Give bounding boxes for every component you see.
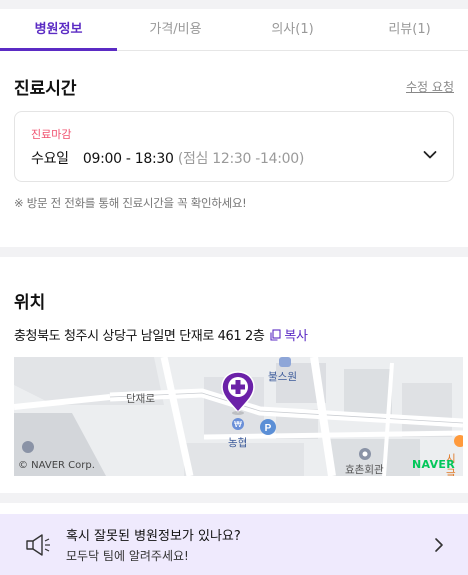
hours-notice: ※ 방문 전 전화를 통해 진료시간을 꼭 확인하세요! bbox=[14, 196, 247, 210]
location-map[interactable]: P ₩ 단재로 불스원 농협 효촌회관 시글 © NAVER Corp. NAV… bbox=[14, 357, 463, 476]
tab-reviews[interactable]: 리뷰(1) bbox=[351, 9, 468, 50]
lunch-time: (점심 12:30 -14:00) bbox=[177, 151, 305, 167]
chevron-down-icon bbox=[423, 151, 437, 159]
edit-request-link[interactable]: 수정 요청 bbox=[406, 78, 454, 95]
banner-title: 혹시 잘못된 병원정보가 있나요? bbox=[66, 529, 241, 544]
map-label-road: 단재로 bbox=[126, 393, 155, 405]
copy-label: 복사 bbox=[284, 329, 308, 344]
section-divider bbox=[0, 247, 468, 257]
top-spacer bbox=[0, 0, 468, 9]
megaphone-icon bbox=[26, 533, 50, 556]
tab-price[interactable]: 가격/비용 bbox=[117, 9, 234, 50]
hours-header: 진료시간 수정 요청 bbox=[14, 61, 454, 111]
copy-address-button[interactable]: 복사 bbox=[270, 325, 308, 344]
tab-doctors[interactable]: 의사(1) bbox=[234, 9, 351, 50]
map-copyright: © NAVER Corp. bbox=[18, 460, 95, 471]
naver-logo: NAVER bbox=[412, 458, 455, 471]
time-range: 09:00 - 18:30 bbox=[82, 151, 174, 167]
address-text: 충청북도 청주시 상당구 남일면 단재로 461 2층 bbox=[14, 329, 265, 344]
banner-subtitle: 모두닥 팀에 알려주세요! bbox=[66, 549, 189, 563]
status-badge: 진료마감 bbox=[31, 128, 72, 141]
copy-icon bbox=[270, 328, 281, 341]
chevron-right-icon bbox=[435, 537, 443, 552]
map-streets: P ₩ bbox=[14, 357, 463, 476]
address-line: 충청북도 청주시 상당구 남일면 단재로 461 2층 복사 bbox=[14, 325, 308, 344]
banner-text: 혹시 잘못된 병원정보가 있나요? 모두닥 팀에 알려주세요! bbox=[66, 525, 434, 564]
active-tab-indicator bbox=[0, 48, 117, 51]
tab-bar: 병원정보 가격/비용 의사(1) 리뷰(1) bbox=[0, 9, 468, 51]
svg-text:₩: ₩ bbox=[234, 420, 242, 429]
section-divider-2 bbox=[0, 493, 468, 503]
day-label: 수요일 bbox=[31, 151, 69, 167]
map-label-hall: 효촌회관 bbox=[345, 464, 384, 476]
hours-line: 수요일 09:00 - 18:30 (점심 12:30 -14:00) bbox=[31, 148, 437, 168]
hours-section: 진료시간 수정 요청 진료마감 수요일 09:00 - 18:30 (점심 12… bbox=[0, 61, 468, 211]
map-label-bank: 농협 bbox=[228, 437, 248, 449]
location-title: 위치 bbox=[14, 293, 46, 313]
tab-hospital-info[interactable]: 병원정보 bbox=[0, 9, 117, 50]
svg-text:P: P bbox=[265, 423, 272, 434]
hours-title: 진료시간 bbox=[14, 78, 77, 99]
hours-dropdown[interactable]: 진료마감 수요일 09:00 - 18:30 (점심 12:30 -14:00) bbox=[14, 111, 454, 182]
map-label-bullsone: 불스원 bbox=[268, 371, 297, 383]
report-error-banner[interactable]: 혹시 잘못된 병원정보가 있나요? 모두닥 팀에 알려주세요! bbox=[0, 514, 468, 575]
